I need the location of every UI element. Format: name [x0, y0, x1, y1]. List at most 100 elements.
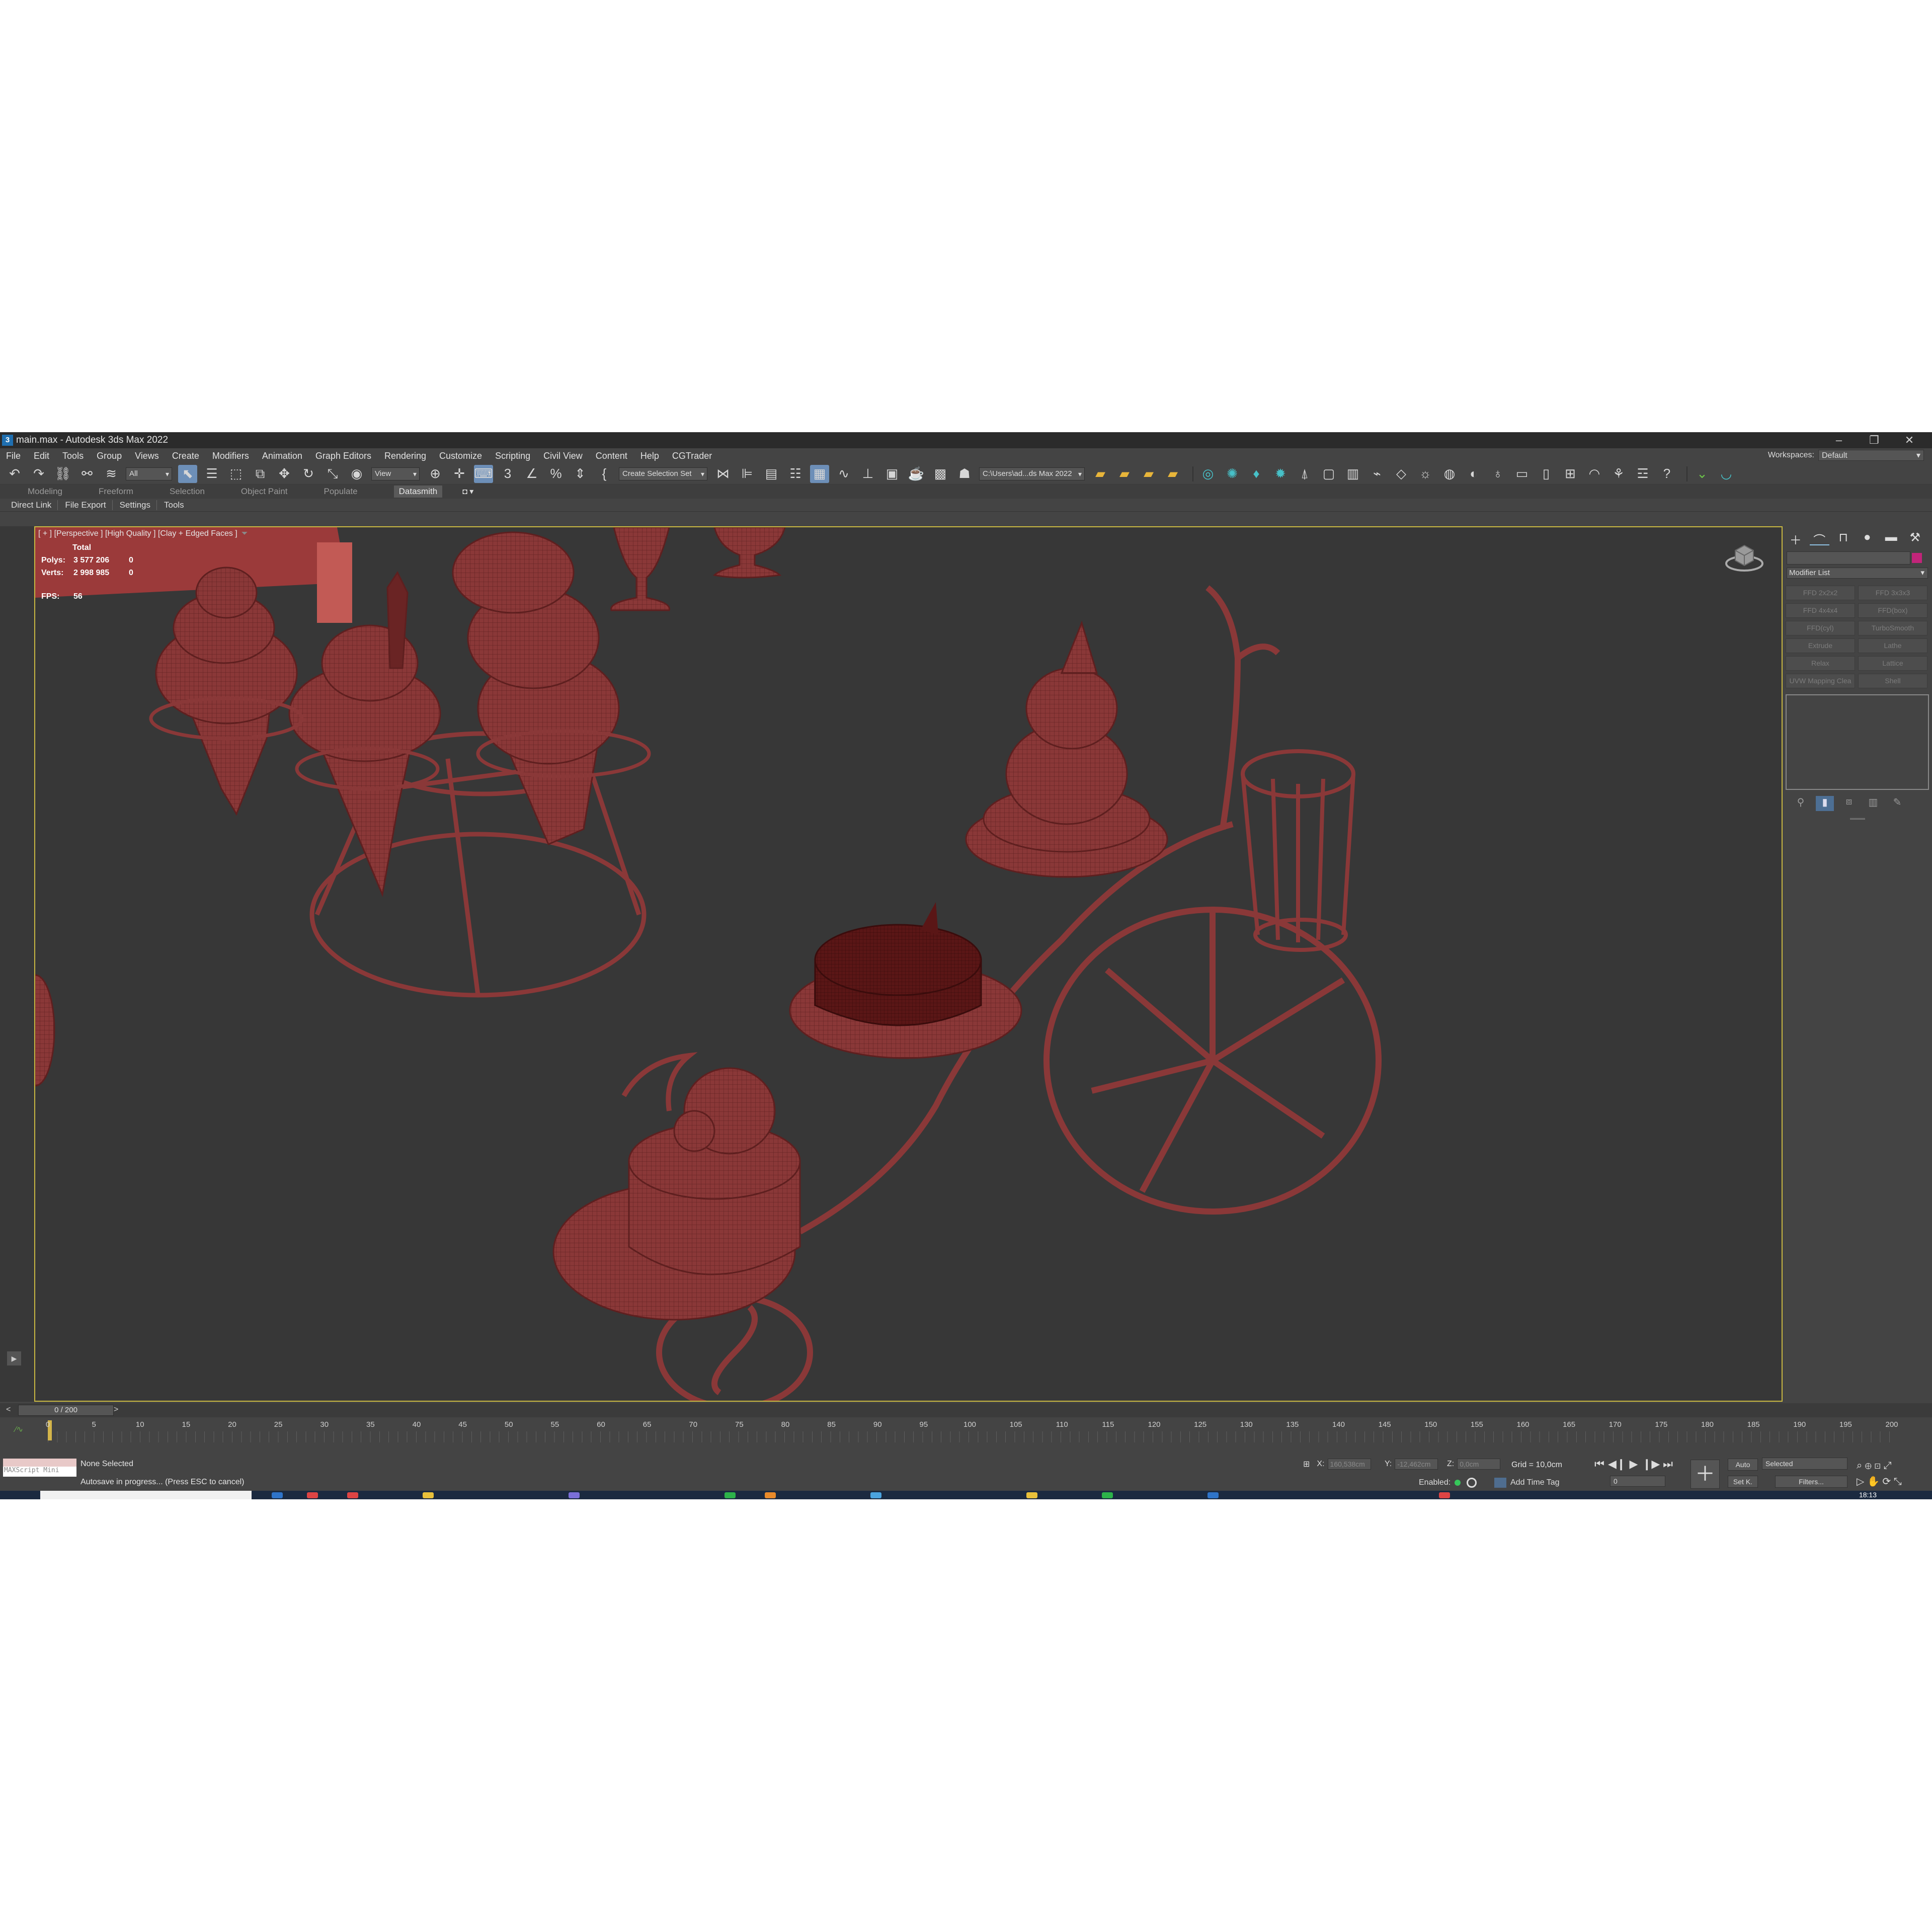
window-crossing-icon[interactable]: ⧉ [251, 465, 270, 483]
maxscript-listener[interactable]: MAXScript Mini [3, 1459, 76, 1477]
eye-icon[interactable]: ◠ [1585, 465, 1604, 483]
show-end-result-icon[interactable]: ▮ [1816, 796, 1834, 811]
direct-link-button[interactable]: Direct Link [11, 500, 58, 510]
track-bar[interactable]: ⁄∿ 0 5 10 15 20 25 30 35 40 45 50 55 60 65 70 75 80 85 90 9… [0, 1417, 1932, 1444]
layer-explorer-icon[interactable]: ☷ [786, 465, 805, 483]
modify-tab-icon[interactable]: ⌒ [1809, 530, 1829, 547]
x-field[interactable]: 160,538cm [1327, 1459, 1371, 1470]
link-icon[interactable]: ⛓ [53, 465, 72, 483]
taskbar-app-icon[interactable] [272, 1492, 283, 1498]
modifier-button[interactable]: FFD 4x4x4 [1786, 603, 1855, 618]
maxscript-output[interactable] [3, 1459, 76, 1467]
play-icon[interactable]: ▶ [1625, 1458, 1642, 1471]
schematic-view-icon[interactable]: ⊥ [858, 465, 877, 483]
material-editor-icon[interactable]: ▣ [882, 465, 902, 483]
add-time-tag-label[interactable]: Add Time Tag [1510, 1478, 1560, 1487]
selection-filter-dropdown[interactable]: All [126, 467, 172, 480]
utilities-tab-icon[interactable]: ⚒ [1905, 530, 1925, 545]
project-settings-icon[interactable]: ▰ [1163, 465, 1182, 483]
next-key-icon[interactable]: ❙▶ [1642, 1458, 1660, 1471]
menu-modifiers[interactable]: Modifiers [212, 451, 249, 461]
create-tab-icon[interactable]: ＋ [1786, 530, 1806, 547]
perspective-viewport[interactable]: [ + ] [Perspective ] [High Quality ] [Cl… [34, 526, 1783, 1402]
maxscript-input[interactable]: MAXScript Mini [3, 1467, 76, 1477]
place-icon[interactable]: ◉ [347, 465, 366, 483]
render-view-icon[interactable]: ▢ [1319, 465, 1338, 483]
menu-scripting[interactable]: Scripting [495, 451, 530, 461]
modifier-button[interactable]: TurboSmooth [1858, 621, 1927, 635]
render-region-icon[interactable]: ◇ [1392, 465, 1411, 483]
tab-freeform[interactable]: Freeform [99, 487, 133, 497]
shade-icon[interactable]: ◐ [1464, 465, 1483, 483]
taskbar-app-icon[interactable] [423, 1492, 434, 1498]
tab-selection[interactable]: Selection [170, 487, 205, 497]
modifier-button[interactable]: Lattice [1858, 656, 1927, 671]
list-icon[interactable]: ☲ [1633, 465, 1652, 483]
isolate-icon[interactable]: ⊞ [1303, 1459, 1310, 1469]
modifier-button[interactable]: Extrude [1786, 638, 1855, 653]
modifier-button[interactable]: FFD(box) [1858, 603, 1927, 618]
tools-button[interactable]: Tools [164, 500, 190, 510]
menu-group[interactable]: Group [97, 451, 122, 461]
taskbar-app-icon[interactable] [347, 1492, 358, 1498]
environment-icon[interactable]: ◍ [1440, 465, 1459, 483]
render-production-icon[interactable]: ☗ [955, 465, 974, 483]
scale-icon[interactable]: ⤡ [323, 465, 342, 483]
pin-stack-icon[interactable]: ⚲ [1792, 796, 1810, 811]
tab-populate[interactable]: Populate [324, 487, 358, 497]
scene-explorer-icon[interactable]: ▤ [762, 465, 781, 483]
rotate-icon[interactable]: ↻ [299, 465, 318, 483]
redo-icon[interactable]: ↷ [29, 465, 48, 483]
menu-file[interactable]: File [6, 451, 21, 461]
viewport-lighting-icon[interactable]: ☼ [1416, 465, 1435, 483]
panel-toggle-icon[interactable]: ▭ [1512, 465, 1532, 483]
light-list-icon[interactable]: ⌁ [1367, 465, 1387, 483]
rectangular-selection-icon[interactable]: ⬚ [226, 465, 246, 483]
unlink-icon[interactable]: ⚯ [77, 465, 97, 483]
mirror-icon[interactable]: ⋈ [713, 465, 733, 483]
ribbon-toggle-icon[interactable]: ▦ [810, 464, 829, 483]
modifier-button[interactable]: Shell [1858, 674, 1927, 688]
orbit-icon[interactable]: ⟳ [1882, 1476, 1891, 1487]
rendered-frame-window-icon[interactable]: ▩ [931, 465, 950, 483]
tab-modeling[interactable]: Modeling [28, 487, 62, 497]
next-frame-button[interactable]: > [114, 1405, 123, 1415]
material-library-icon[interactable]: ▥ [1343, 465, 1362, 483]
viewport-filter-icon[interactable]: ⏷ [242, 529, 248, 538]
set-key-icon[interactable]: ＋ [1691, 1460, 1720, 1489]
curve-editor-mini-icon[interactable]: ⁄∿ [15, 1424, 23, 1434]
save-project-icon[interactable]: ▰ [1115, 465, 1134, 483]
grid-icon[interactable]: ⊞ [1561, 465, 1580, 483]
undo-icon[interactable]: ↶ [5, 465, 24, 483]
menu-tools[interactable]: Tools [62, 451, 84, 461]
make-unique-icon[interactable]: ⧈ [1840, 796, 1858, 811]
tab-object-paint[interactable]: Object Paint [241, 487, 288, 497]
modifier-stack[interactable] [1786, 694, 1929, 790]
help-icon[interactable]: ? [1657, 465, 1676, 483]
spinner-snap-icon[interactable]: ⇕ [571, 465, 590, 483]
taskbar-app-icon[interactable] [569, 1492, 580, 1498]
viewcube-icon[interactable] [1724, 539, 1764, 575]
menu-animation[interactable]: Animation [262, 451, 302, 461]
adaptive-toggle-icon[interactable] [1467, 1478, 1477, 1488]
menu-content[interactable]: Content [596, 451, 627, 461]
zoom-icon[interactable]: ⌕ [1857, 1460, 1862, 1471]
object-name-field[interactable] [1787, 551, 1922, 565]
taskbar-app-icon[interactable] [870, 1492, 881, 1498]
frame-icon[interactable]: ▯ [1537, 465, 1556, 483]
taskbar-app-icon[interactable] [1439, 1492, 1450, 1498]
bind-space-warp-icon[interactable]: ≋ [102, 465, 121, 483]
sync-icon[interactable]: ◡ [1717, 465, 1736, 483]
key-filters-button[interactable]: Filters... [1775, 1476, 1847, 1488]
pivot-center-icon[interactable]: ⊕ [426, 465, 445, 483]
cgtrader-icon[interactable]: ⌄ [1693, 465, 1712, 483]
time-slider-thumb[interactable]: 0 / 200 [18, 1405, 114, 1416]
light-bulb-icon[interactable]: ♦ [1247, 465, 1266, 483]
menu-cgtrader[interactable]: CGTrader [672, 451, 712, 461]
keyboard-shortcut-override-icon[interactable]: ⌨ [474, 464, 493, 483]
taskbar-app-icon[interactable] [765, 1492, 776, 1498]
photometric-light-icon[interactable]: ✺ [1223, 465, 1242, 483]
select-object-icon[interactable]: ⬉ [178, 464, 197, 483]
menu-graph-editors[interactable]: Graph Editors [315, 451, 371, 461]
taskbar-app-icon[interactable] [725, 1492, 736, 1498]
